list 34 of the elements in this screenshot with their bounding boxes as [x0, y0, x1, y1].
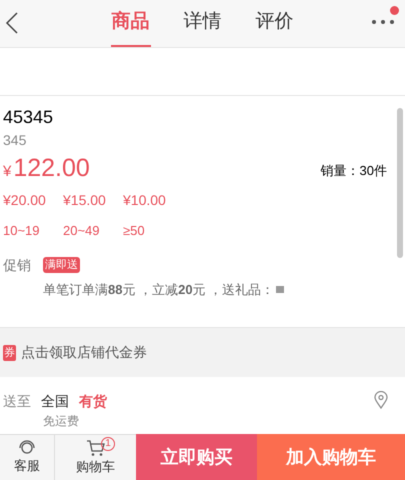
- region-text[interactable]: 全国: [41, 391, 69, 412]
- tier-price: ¥20.00: [3, 191, 47, 210]
- more-icon[interactable]: [370, 4, 400, 26]
- cart-count-badge: 1: [101, 437, 115, 451]
- coupon-text: 点击领取店铺代金券: [21, 343, 147, 362]
- ship-to-label: 送至: [3, 392, 31, 411]
- buy-now-button[interactable]: 立即购买: [136, 434, 257, 480]
- product-price: 122.00: [13, 153, 90, 184]
- promotion-tag: 满即送: [43, 257, 80, 273]
- promotion-text: 单笔订单满88元 ，立减20元 ，送礼品：: [43, 280, 274, 298]
- location-pin-icon[interactable]: [374, 391, 388, 409]
- product-title: 45345: [3, 106, 54, 128]
- currency-symbol: ¥: [3, 162, 12, 182]
- service-button[interactable]: 客服: [0, 434, 55, 480]
- tab[interactable]: 详情: [182, 0, 222, 47]
- tier-price: ¥10.00: [123, 191, 167, 210]
- cart-icon: [86, 438, 106, 457]
- back-icon[interactable]: [5, 12, 19, 34]
- headset-icon: [18, 440, 36, 456]
- gift-image-icon: [276, 286, 284, 293]
- quantity-range: 20~49: [63, 222, 101, 240]
- sales-count: 销量：30件: [320, 162, 387, 180]
- scrollbar[interactable]: [397, 108, 403, 258]
- product-subtitle: 345: [3, 131, 28, 150]
- tab[interactable]: 评价: [254, 0, 294, 47]
- shipping-fee: 免运费: [43, 414, 80, 428]
- stock-status: 有货: [79, 392, 107, 411]
- coupon-badge: 券: [3, 344, 16, 360]
- coupon-bar[interactable]: 券 点击领取店铺代金券: [0, 327, 405, 377]
- quantity-range: 10~19: [3, 222, 41, 240]
- cart-button[interactable]: 购物车 1: [55, 434, 136, 480]
- promotion-label: 促销: [3, 256, 32, 274]
- quantity-range: ≥50: [123, 222, 146, 240]
- tier-price: ¥15.00: [63, 191, 107, 210]
